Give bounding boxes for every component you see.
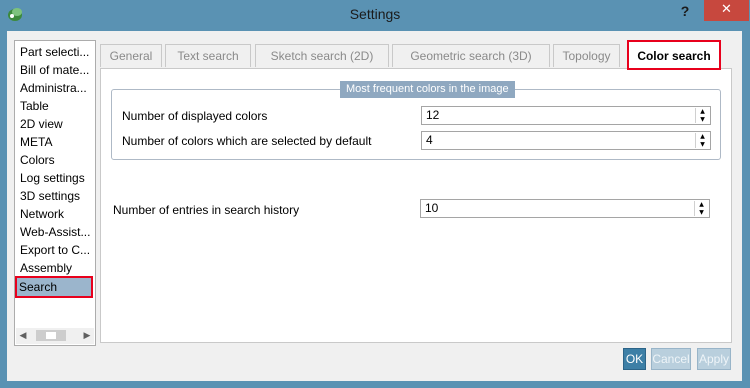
sidebar-item-export[interactable]: Export to C... (20, 241, 93, 259)
dialog-body: Part selecti... Bill of mate... Administ… (7, 31, 742, 381)
sidebar-item-web-assistant[interactable]: Web-Assist... (20, 223, 93, 241)
ok-button[interactable]: OK (623, 348, 646, 370)
scrollbar-thumb[interactable] (36, 330, 66, 341)
scrollbar-grip (46, 332, 56, 339)
search-history-label: Number of entries in search history (113, 203, 300, 217)
sidebar-item-2d-view[interactable]: 2D view (20, 115, 93, 133)
sidebar-item-part-selection[interactable]: Part selecti... (20, 43, 93, 61)
settings-window: Settings ? ✕ Part selecti... Bill of mat… (0, 0, 750, 388)
spin-down-icon[interactable]: ▼ (696, 116, 709, 123)
sidebar-item-log-settings[interactable]: Log settings (20, 169, 93, 187)
tab-topology[interactable]: Topology (553, 44, 620, 67)
sidebar-item-network[interactable]: Network (20, 205, 93, 223)
scroll-right-icon[interactable]: ▶ (80, 328, 94, 344)
tab-geometric-search[interactable]: Geometric search (3D) (392, 44, 550, 67)
sidebar-horizontal-scrollbar[interactable]: ◀ ▶ (16, 328, 94, 344)
cancel-button[interactable]: Cancel (651, 348, 691, 370)
scroll-left-icon[interactable]: ◀ (16, 328, 30, 344)
displayed-colors-spinbox[interactable]: 12 ▲ ▼ (421, 106, 711, 125)
frequent-colors-group: Most frequent colors in the image Number… (111, 81, 721, 160)
default-selected-colors-spinbox[interactable]: 4 ▲ ▼ (421, 131, 711, 150)
sidebar-item-meta[interactable]: META (20, 133, 93, 151)
group-title: Most frequent colors in the image (340, 81, 515, 98)
displayed-colors-value[interactable]: 12 (426, 107, 439, 124)
sidebar-item-3d-settings[interactable]: 3D settings (20, 187, 93, 205)
default-selected-colors-value[interactable]: 4 (426, 132, 433, 149)
window-title: Settings (349, 6, 401, 22)
spin-down-icon[interactable]: ▼ (696, 141, 709, 148)
sidebar-item-table[interactable]: Table (20, 97, 93, 115)
search-history-spin-buttons[interactable]: ▲ ▼ (694, 201, 708, 216)
displayed-colors-label: Number of displayed colors (122, 109, 268, 123)
close-icon: ✕ (721, 2, 732, 17)
title-bar: Settings ? ✕ (0, 0, 750, 31)
search-history-spinbox[interactable]: 10 ▲ ▼ (420, 199, 710, 218)
spin-up-icon[interactable]: ▲ (696, 133, 709, 140)
apply-button[interactable]: Apply (697, 348, 731, 370)
spin-up-icon[interactable]: ▲ (695, 201, 708, 208)
close-button[interactable]: ✕ (704, 0, 749, 21)
sidebar-item-colors[interactable]: Colors (20, 151, 93, 169)
tab-sketch-search[interactable]: Sketch search (2D) (255, 44, 389, 67)
default-selected-colors-label: Number of colors which are selected by d… (122, 134, 372, 148)
color-search-panel: Most frequent colors in the image Number… (100, 68, 732, 343)
settings-category-list[interactable]: Part selecti... Bill of mate... Administ… (14, 40, 96, 346)
sidebar-item-assembly[interactable]: Assembly (20, 259, 93, 277)
help-button[interactable]: ? (675, 3, 695, 21)
tab-general[interactable]: General (100, 44, 162, 67)
displayed-colors-spin-buttons[interactable]: ▲ ▼ (695, 108, 709, 123)
sidebar-item-bill-of-materials[interactable]: Bill of mate... (20, 61, 93, 79)
search-history-value[interactable]: 10 (425, 200, 438, 217)
tab-text-search[interactable]: Text search (165, 44, 251, 67)
default-selected-colors-spin-buttons[interactable]: ▲ ▼ (695, 133, 709, 148)
settings-tabs: General Text search Sketch search (2D) G… (100, 40, 730, 70)
spin-down-icon[interactable]: ▼ (695, 209, 708, 216)
sidebar-item-search[interactable]: Search (15, 276, 93, 298)
spin-up-icon[interactable]: ▲ (696, 108, 709, 115)
tab-color-search[interactable]: Color search (627, 40, 721, 70)
sidebar-item-administration[interactable]: Administra... (20, 79, 93, 97)
